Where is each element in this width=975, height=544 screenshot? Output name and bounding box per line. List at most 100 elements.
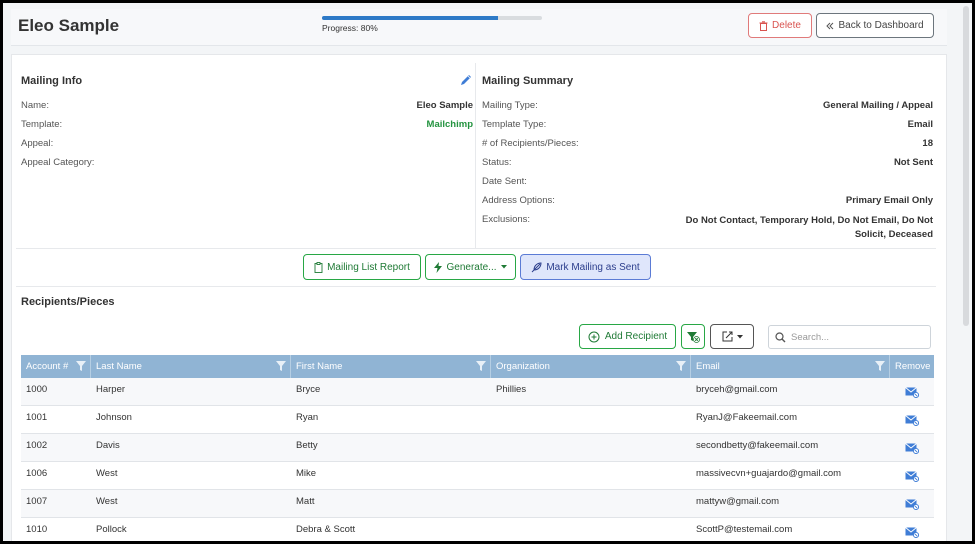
generate-dropdown-button[interactable]: Generate... bbox=[425, 254, 516, 280]
info-name-label: Name: bbox=[21, 100, 49, 111]
mailing-summary-panel: Mailing Summary Mailing Type: General Ma… bbox=[477, 63, 935, 249]
add-recipient-button[interactable]: Add Recipient bbox=[579, 324, 676, 349]
column-filter-icon[interactable] bbox=[676, 361, 686, 371]
table-row[interactable]: 1002 Davis Betty secondbetty@fakeemail.c… bbox=[21, 434, 934, 462]
cell-email: secondbetty@fakeemail.com bbox=[696, 440, 819, 451]
table-row[interactable]: 1006 West Mike massivecvn+guajardo@gmail… bbox=[21, 462, 934, 490]
bolt-icon bbox=[434, 261, 443, 273]
recipients-title: Recipients/Pieces bbox=[21, 296, 115, 308]
column-header-organization[interactable]: Organization bbox=[491, 355, 691, 378]
remove-mail-icon bbox=[905, 470, 919, 482]
progress-bar bbox=[322, 16, 542, 20]
summary-recipients-row: # of Recipients/Pieces: 18 bbox=[482, 138, 935, 152]
cell-first-name: Mike bbox=[296, 468, 317, 479]
summary-exclusions-label: Exclusions: bbox=[482, 214, 531, 225]
table-row[interactable]: 1000 Harper Bryce Phillies bryceh@gmail.… bbox=[21, 378, 934, 406]
summary-address-options-row: Address Options: Primary Email Only bbox=[482, 195, 935, 209]
column-header-first-name[interactable]: First Name bbox=[291, 355, 491, 378]
progress-fill bbox=[322, 16, 498, 20]
summary-recipients-label: # of Recipients/Pieces: bbox=[482, 138, 579, 149]
mailing-list-report-label: Mailing List Report bbox=[327, 261, 410, 273]
cell-organization bbox=[491, 462, 691, 490]
search-icon bbox=[775, 332, 786, 343]
generate-label: Generate... bbox=[446, 261, 497, 273]
remove-recipient-button[interactable] bbox=[890, 406, 934, 434]
mailing-summary-title: Mailing Summary bbox=[482, 75, 574, 87]
export-dropdown-button[interactable] bbox=[710, 324, 754, 349]
feather-icon bbox=[531, 261, 542, 272]
pencil-icon[interactable] bbox=[459, 73, 473, 87]
column-filter-icon[interactable] bbox=[76, 361, 86, 371]
cell-account: 1010 bbox=[26, 524, 48, 535]
column-header-email[interactable]: Email bbox=[691, 355, 890, 378]
cell-account: 1006 bbox=[26, 468, 48, 479]
summary-recipients-value: 18 bbox=[922, 138, 933, 149]
summary-address-options-value: Primary Email Only bbox=[845, 195, 933, 206]
remove-recipient-button[interactable] bbox=[890, 518, 934, 541]
back-label: Back to Dashboard bbox=[838, 20, 924, 31]
cell-first-name: Bryce bbox=[296, 384, 321, 395]
summary-mailing-type-value: General Mailing / Appeal bbox=[823, 100, 933, 111]
cell-email: massivecvn+guajardo@gmail.com bbox=[696, 468, 842, 479]
delete-button[interactable]: Delete bbox=[748, 13, 812, 38]
column-filter-icon[interactable] bbox=[276, 361, 286, 371]
cell-first-name: Betty bbox=[296, 440, 318, 451]
cell-last-name: West bbox=[96, 468, 118, 479]
clear-filters-button[interactable] bbox=[681, 324, 705, 349]
summary-template-type-value: Email bbox=[907, 119, 933, 130]
column-header-label: Email bbox=[696, 361, 720, 372]
column-header-last-name[interactable]: Last Name bbox=[91, 355, 291, 378]
caret-down-icon bbox=[500, 265, 507, 269]
page-header: Eleo Sample Progress: 80% Delete Back to… bbox=[11, 9, 947, 46]
info-appeal-category-row: Appeal Category: bbox=[21, 157, 475, 171]
table-row[interactable]: 1010 Pollock Debra & Scott ScottP@testem… bbox=[21, 518, 934, 541]
cell-organization bbox=[491, 490, 691, 518]
info-template-label: Template: bbox=[21, 119, 63, 130]
cell-organization bbox=[491, 434, 691, 462]
mailing-list-report-button[interactable]: Mailing List Report bbox=[303, 254, 421, 280]
table-row[interactable]: 1007 West Matt mattyw@gmail.com bbox=[21, 490, 934, 518]
cell-email: mattyw@gmail.com bbox=[696, 496, 780, 507]
cell-organization bbox=[491, 518, 691, 541]
info-name-value: Eleo Sample bbox=[416, 100, 474, 111]
summary-date-sent-row: Date Sent: bbox=[482, 176, 935, 190]
search-input[interactable] bbox=[791, 330, 926, 345]
info-template-value: Mailchimp bbox=[426, 119, 473, 130]
trash-icon bbox=[759, 20, 768, 31]
cell-first-name: Debra & Scott bbox=[296, 524, 356, 535]
search-field[interactable] bbox=[768, 325, 931, 349]
summary-status-row: Status: Not Sent bbox=[482, 157, 935, 171]
info-appeal-category-label: Appeal Category: bbox=[21, 157, 95, 168]
remove-recipient-button[interactable] bbox=[890, 434, 934, 462]
column-filter-icon[interactable] bbox=[875, 361, 885, 371]
cell-account: 1007 bbox=[26, 496, 48, 507]
table-row[interactable]: 1001 Johnson Ryan RyanJ@Fakeemail.com bbox=[21, 406, 934, 434]
summary-status-label: Status: bbox=[482, 157, 512, 168]
mailing-card: Mailing Info Name: Eleo Sample Template:… bbox=[11, 54, 947, 541]
cell-last-name: Davis bbox=[96, 440, 120, 451]
mark-mailing-sent-label: Mark Mailing as Sent bbox=[546, 261, 640, 273]
mark-mailing-sent-button[interactable]: Mark Mailing as Sent bbox=[520, 254, 651, 280]
remove-recipient-button[interactable] bbox=[890, 378, 934, 406]
cell-last-name: Johnson bbox=[96, 412, 132, 423]
column-filter-icon[interactable] bbox=[476, 361, 486, 371]
remove-mail-icon bbox=[905, 498, 919, 510]
remove-recipient-button[interactable] bbox=[890, 462, 934, 490]
cell-last-name: West bbox=[96, 496, 118, 507]
summary-exclusions-value: Do Not Contact, Temporary Hold, Do Not E… bbox=[685, 215, 933, 240]
summary-template-type-row: Template Type: Email bbox=[482, 119, 935, 133]
progress-indicator: Progress: 80% bbox=[322, 16, 542, 33]
filter-clear-icon bbox=[686, 331, 700, 343]
app-window: Eleo Sample Progress: 80% Delete Back to… bbox=[0, 0, 975, 544]
column-header-label: Last Name bbox=[96, 361, 142, 372]
back-to-dashboard-button[interactable]: Back to Dashboard bbox=[816, 13, 934, 38]
page-scrollbar[interactable] bbox=[963, 6, 969, 326]
column-header-label: Remove bbox=[895, 361, 931, 372]
recipients-table: Account # Last Name First Name Organizat… bbox=[21, 355, 934, 541]
remove-recipient-button[interactable] bbox=[890, 490, 934, 518]
export-icon bbox=[722, 331, 732, 342]
column-header-account[interactable]: Account # bbox=[21, 355, 91, 378]
cell-first-name: Matt bbox=[296, 496, 315, 507]
cell-account: 1001 bbox=[26, 412, 48, 423]
progress-label: Progress: 80% bbox=[322, 23, 378, 33]
